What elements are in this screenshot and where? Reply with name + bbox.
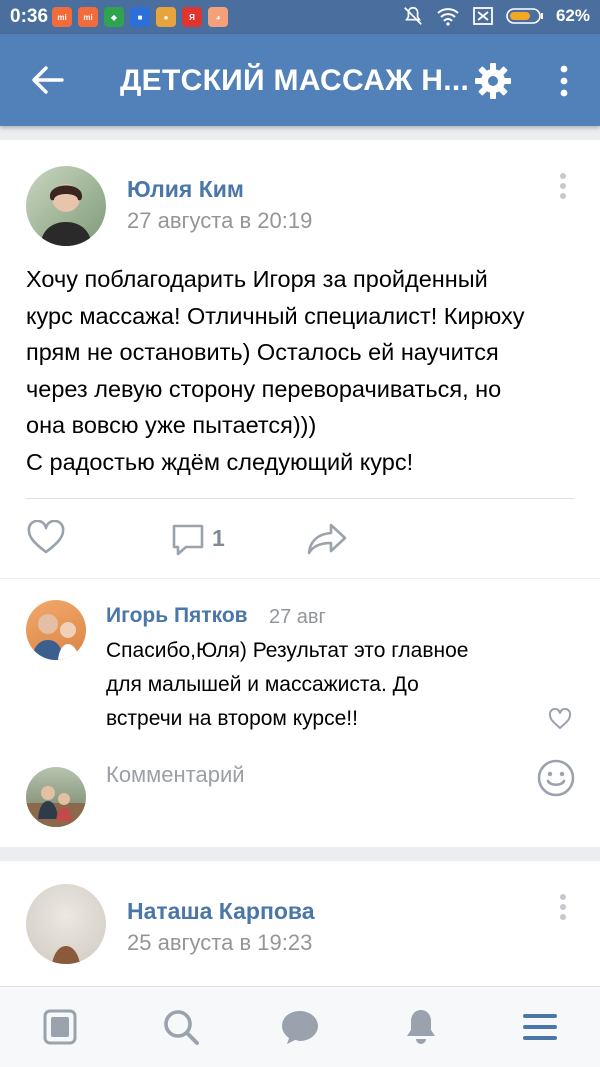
post-date[interactable]: 27 августа в 20:19 <box>127 208 312 234</box>
search-icon <box>164 1010 199 1045</box>
menu-icon <box>523 1014 557 1040</box>
tab-search[interactable] <box>159 1005 203 1049</box>
back-arrow-icon[interactable] <box>28 62 68 98</box>
more-vert-icon[interactable] <box>552 62 576 100</box>
tab-notifications[interactable] <box>399 1005 443 1049</box>
messages-icon <box>282 1011 318 1044</box>
game-icon: ● <box>156 7 176 27</box>
mute-bell-icon <box>404 6 422 25</box>
battery-percent: 62% <box>555 6 590 25</box>
avatar[interactable] <box>26 884 106 964</box>
person-photo-icon <box>26 786 86 827</box>
avatar[interactable] <box>26 166 106 246</box>
post-card: Наташа Карпова 25 августа в 19:23 <box>0 861 600 986</box>
post-text: Хочу поблагодарить Игоря за пройденный к… <box>26 266 525 475</box>
notification-icons: mi mi ◆ ■ ● Я ◕ <box>52 7 228 27</box>
comment-avatar[interactable] <box>26 600 86 660</box>
current-user-avatar[interactable] <box>26 767 86 827</box>
yandex-icon: Я <box>182 7 202 27</box>
wifi-icon <box>437 8 459 26</box>
battery-icon <box>506 8 543 24</box>
tab-menu[interactable] <box>518 1005 562 1049</box>
status-bar: 0:36 mi mi ◆ ■ ● Я ◕ 62% <box>0 0 600 34</box>
news-icon <box>43 1009 77 1045</box>
comment-icon[interactable] <box>170 522 206 558</box>
post-menu-icon[interactable] <box>558 173 568 203</box>
post-card: Юлия Ким 27 августа в 20:19 Хочу поблаго… <box>0 140 600 578</box>
tab-news[interactable] <box>38 1005 82 1049</box>
person-photo-icon <box>52 946 80 964</box>
app-bar: ДЕТСКИЙ МАССАЖ Н... <box>0 34 600 126</box>
post-author[interactable]: Юлия Ким <box>127 176 244 203</box>
shield-icon: ◆ <box>104 7 124 27</box>
comment-date[interactable]: 27 авг <box>269 606 326 629</box>
post-menu-icon[interactable] <box>558 894 568 924</box>
like-icon[interactable] <box>26 520 66 556</box>
comment-text: Спасибо,Юля) Результат это главное для м… <box>106 639 469 730</box>
notifications-icon <box>407 1010 435 1044</box>
person-photo-icon <box>32 614 79 660</box>
comments-count[interactable]: 1 <box>212 525 225 552</box>
gear-icon[interactable] <box>474 62 512 100</box>
person-photo-icon <box>40 184 92 246</box>
comment-like-icon[interactable] <box>548 708 572 730</box>
share-icon[interactable] <box>306 522 348 556</box>
status-time: 0:36 <box>10 6 49 27</box>
tab-messages[interactable] <box>278 1005 322 1049</box>
bottom-tab-bar <box>0 986 600 1067</box>
xiaomi-life-icon: mi <box>78 7 98 27</box>
xiaomi-life-icon: mi <box>52 7 72 27</box>
page-title: ДЕТСКИЙ МАССАЖ Н... <box>120 64 470 97</box>
flag-icon: ■ <box>130 7 150 27</box>
comment-input[interactable] <box>106 762 506 788</box>
post-author[interactable]: Наташа Карпова <box>127 898 315 925</box>
divider <box>26 498 574 499</box>
comment-author[interactable]: Игорь Пятков <box>106 604 248 628</box>
system-indicators: 62% <box>402 5 590 27</box>
emoji-icon[interactable] <box>536 758 576 798</box>
no-sim-icon <box>473 7 493 25</box>
post-date[interactable]: 25 августа в 19:23 <box>127 930 312 956</box>
cat-icon: ◕ <box>208 7 228 27</box>
